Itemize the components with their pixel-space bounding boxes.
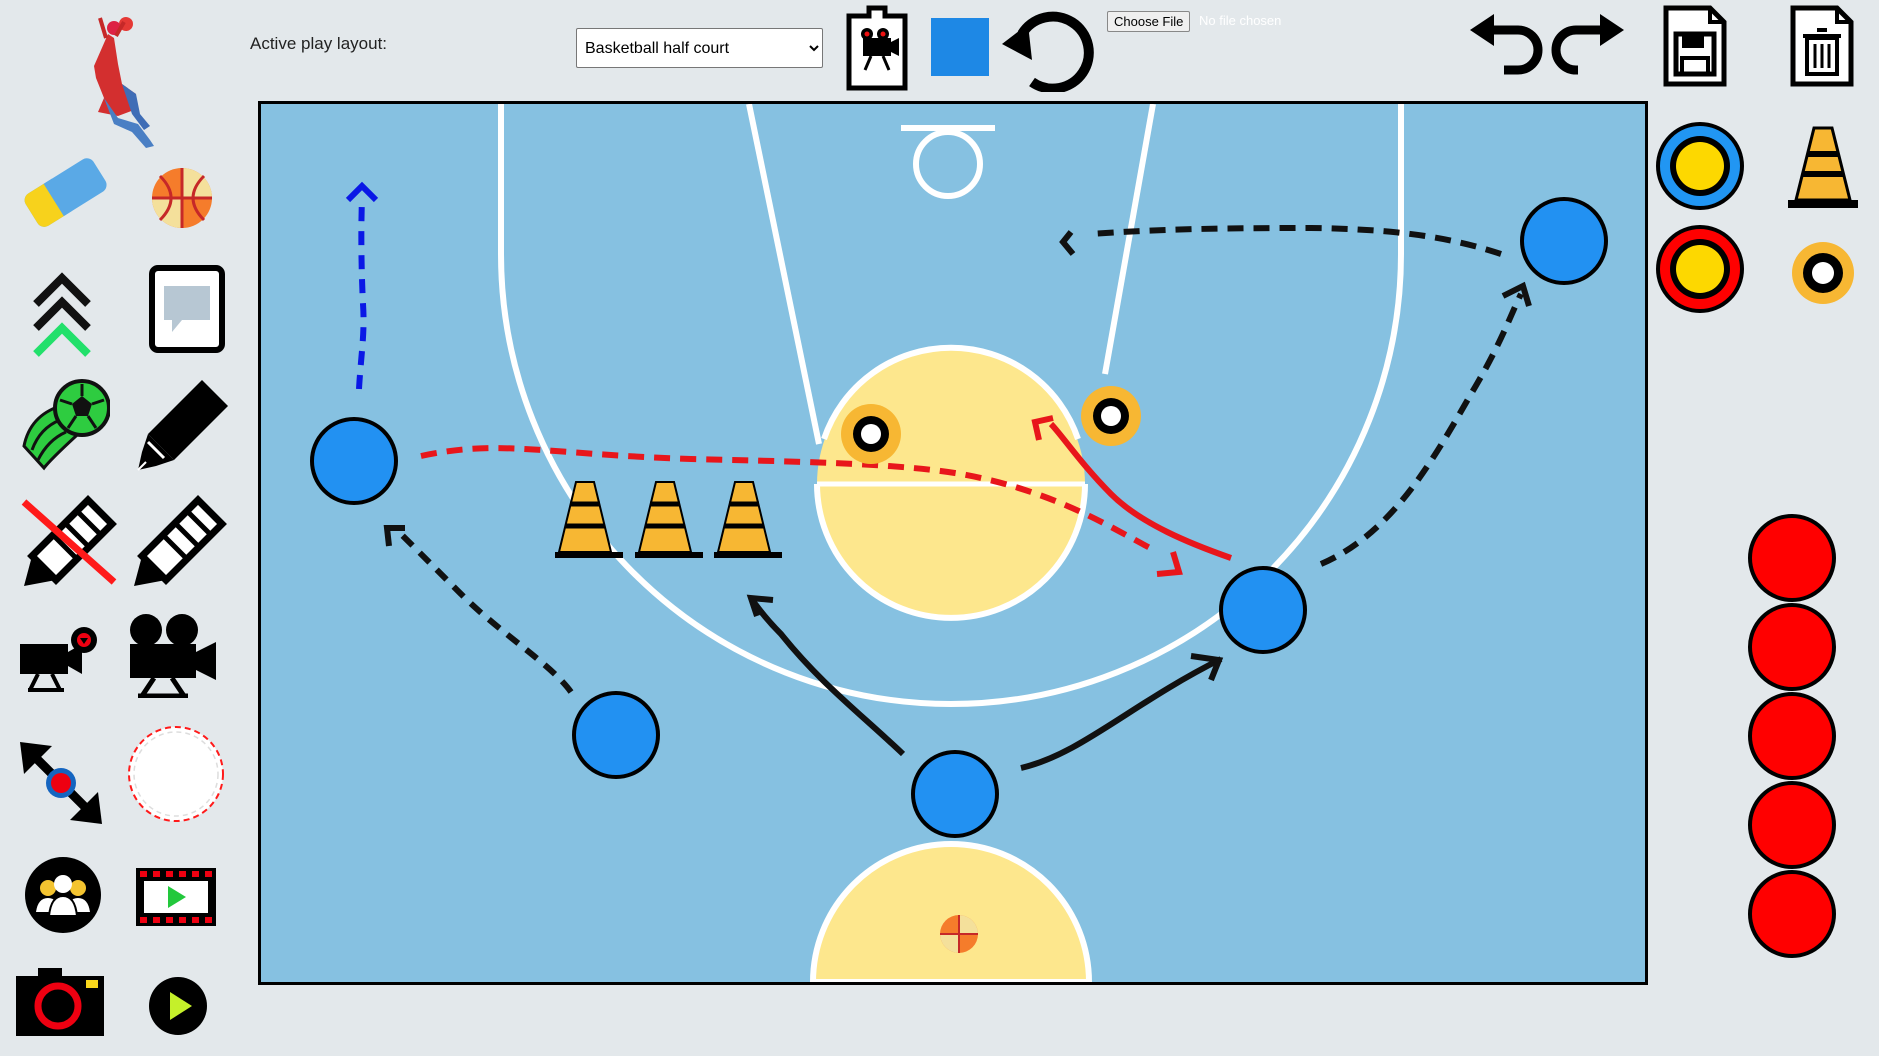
opponent-token[interactable] (1748, 781, 1836, 869)
layers-up-button[interactable] (30, 270, 94, 360)
team-button[interactable] (24, 856, 102, 934)
undo-icon (1470, 14, 1543, 75)
delete-video-button[interactable] (843, 2, 911, 92)
opponent-token[interactable] (1748, 870, 1836, 958)
reset-icon (1002, 11, 1094, 92)
undo-button[interactable] (1466, 14, 1546, 78)
save-file-icon (1663, 5, 1727, 87)
player-3[interactable] (1219, 566, 1307, 654)
eraser-button[interactable] (16, 148, 112, 232)
player-2[interactable] (1520, 197, 1608, 285)
play-icon (149, 977, 207, 1035)
snapshot-button[interactable] (14, 966, 106, 1038)
opponent-token[interactable] (1748, 514, 1836, 602)
clipboard-video-icon (846, 5, 908, 91)
dashed-circle-icon (128, 726, 224, 822)
redo-button[interactable] (1548, 14, 1628, 78)
text-note-button[interactable] (148, 264, 226, 354)
red-ring-marker-icon (1656, 225, 1744, 313)
reset-button[interactable] (998, 4, 1094, 92)
file-status: No file chosen (1199, 13, 1282, 28)
film-play-button[interactable] (134, 866, 218, 928)
logo-player-icon (94, 17, 154, 148)
blue-ring-marker-icon (1656, 122, 1744, 210)
player-5[interactable] (911, 750, 999, 838)
redo-icon (1551, 14, 1624, 75)
soccer-ball-icon (22, 379, 110, 471)
cone-button[interactable] (1786, 124, 1860, 210)
blue-ring-marker-button[interactable] (1654, 120, 1746, 212)
resize-move-button[interactable] (18, 740, 104, 826)
court-ball-icon[interactable] (940, 915, 978, 953)
ring-marker[interactable] (841, 404, 901, 464)
red-ring-marker-button[interactable] (1654, 222, 1746, 316)
logo (78, 14, 158, 150)
small-ring-marker-button[interactable] (1790, 240, 1856, 306)
court-canvas[interactable] (258, 101, 1648, 985)
opponent-token[interactable] (1748, 603, 1836, 691)
layers-up-icon (33, 272, 91, 357)
color-swatch-button[interactable] (931, 18, 989, 76)
soccer-ball-button[interactable] (20, 376, 110, 472)
half-court[interactable] (261, 103, 1645, 985)
record-camera-button[interactable] (18, 626, 102, 694)
basketball-icon (152, 168, 212, 228)
layout-select[interactable]: Basketball half court (576, 28, 823, 68)
ring-marker[interactable] (1081, 386, 1141, 446)
movie-camera-button[interactable] (124, 612, 220, 698)
record-camera-icon (20, 627, 97, 692)
save-button[interactable] (1662, 4, 1728, 88)
snapshot-camera-icon (16, 968, 104, 1036)
pencil-icon (134, 495, 227, 586)
team-icon (25, 857, 101, 933)
basketball-button[interactable] (150, 166, 214, 230)
trash-file-icon (1790, 5, 1854, 87)
opponent-tray (1746, 512, 1838, 969)
choose-file-button[interactable]: Choose File (1107, 11, 1191, 32)
pencil-disabled-icon (21, 495, 117, 586)
pencil-disabled-button[interactable] (18, 494, 120, 590)
text-note-icon (149, 265, 225, 353)
eraser-icon (24, 158, 107, 227)
marker-icon (137, 380, 228, 471)
player-1[interactable] (310, 417, 398, 505)
resize-move-icon (20, 742, 102, 824)
opponent-token[interactable] (1748, 692, 1836, 780)
delete-button[interactable] (1789, 4, 1855, 88)
small-ring-marker-icon (1792, 242, 1854, 304)
layout-label: Active play layout: (250, 34, 388, 53)
movie-camera-icon (130, 614, 216, 698)
film-play-icon (136, 868, 216, 926)
player-4[interactable] (572, 691, 660, 779)
pencil-button[interactable] (130, 494, 228, 590)
play-button[interactable] (148, 976, 208, 1036)
dashed-circle-button[interactable] (126, 724, 226, 824)
marker-button[interactable] (134, 376, 232, 474)
cone-icon (1788, 126, 1858, 208)
